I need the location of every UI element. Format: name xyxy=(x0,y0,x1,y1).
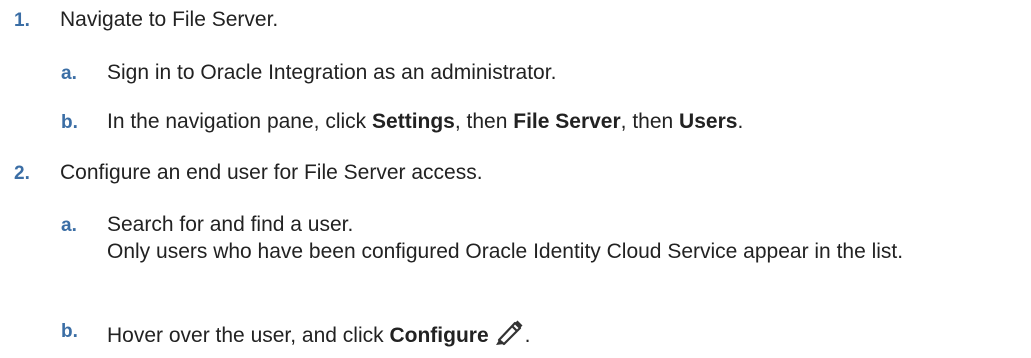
substep-letter: a. xyxy=(61,215,77,236)
text-segment: , then xyxy=(620,110,680,133)
ui-term-users: Users xyxy=(679,110,738,133)
ui-term-configure: Configure xyxy=(389,324,489,347)
substep-text: Search for and find a user. Only users w… xyxy=(107,211,1027,265)
ui-term-file-server: File Server xyxy=(513,110,621,133)
substep-text: Hover over the user, and click Configure… xyxy=(107,316,530,353)
text-segment: . xyxy=(524,324,531,347)
substep-letter: a. xyxy=(61,63,77,84)
ui-term-settings: Settings xyxy=(372,110,455,133)
step-text: Configure an end user for File Server ac… xyxy=(60,161,483,184)
pencil-icon xyxy=(493,316,525,353)
text-line: Search for and find a user. xyxy=(107,213,354,236)
step-number: 1. xyxy=(14,10,30,31)
substep-text: In the navigation pane, click Settings, … xyxy=(107,108,743,135)
text-segment: , then xyxy=(454,110,514,133)
text-segment: . xyxy=(737,110,744,133)
step-text: Navigate to File Server. xyxy=(60,8,279,31)
substep-letter: b. xyxy=(61,321,78,342)
text-segment: Hover over the user, and click xyxy=(107,324,390,347)
step-number: 2. xyxy=(14,163,30,184)
substep-text: Sign in to Oracle Integration as an admi… xyxy=(107,61,557,84)
text-line: Only users who have been configured Orac… xyxy=(107,240,904,263)
substep-letter: b. xyxy=(61,112,78,133)
text-segment: In the navigation pane, click xyxy=(107,110,373,133)
